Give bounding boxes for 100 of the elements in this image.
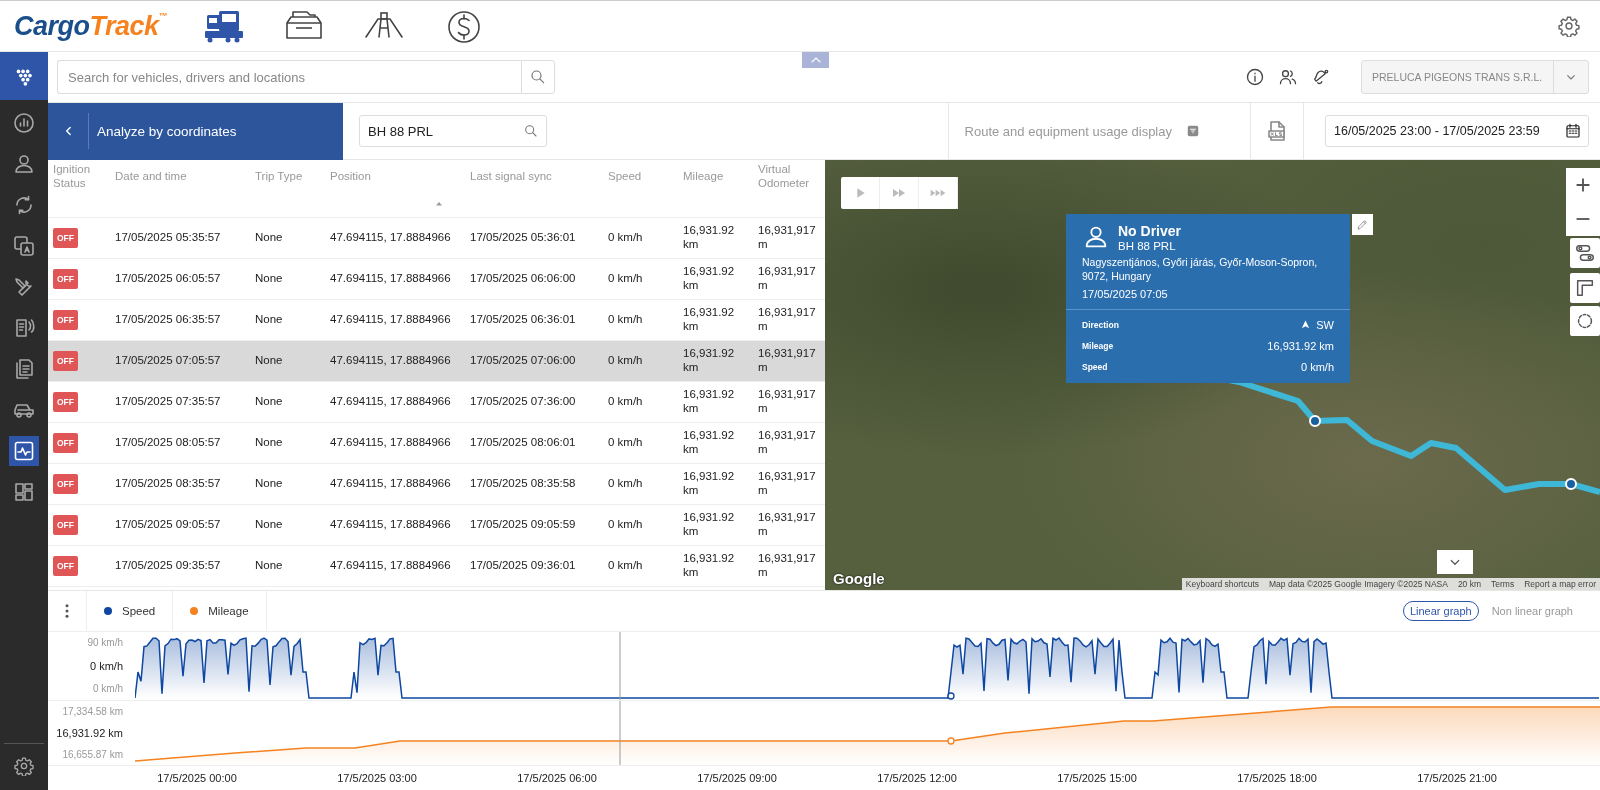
table-cell-text: 16,931,917 m bbox=[757, 511, 817, 539]
table-cell-text: 17/05/2025 06:35:57 bbox=[114, 313, 222, 327]
detail-label: Mileage bbox=[1082, 340, 1114, 351]
table-cell-text: 0 km/h bbox=[607, 272, 644, 286]
table-cell-text: None bbox=[254, 313, 284, 327]
table-cell-text: 0 km/h bbox=[607, 354, 644, 368]
map-logo: Google bbox=[833, 570, 885, 587]
table-cell-text: 17/05/2025 05:35:57 bbox=[114, 231, 222, 245]
table-cell-text: 0 km/h bbox=[607, 313, 644, 327]
axis-label: 90 km/h bbox=[87, 637, 123, 649]
vehicle-field[interactable]: BH 88 PRL bbox=[359, 115, 547, 147]
table-cell-text: 17/05/2025 07:35:57 bbox=[114, 395, 222, 409]
table-cell-text: 0 km/h bbox=[607, 477, 644, 491]
table-cell-text: 17/05/2025 07:05:57 bbox=[114, 354, 222, 368]
table-cell-text: 47.694115, 17.8884966 bbox=[329, 436, 452, 450]
table-cell-text: 47.694115, 17.8884966 bbox=[329, 313, 452, 327]
page-title: Analyze by coordinates bbox=[97, 123, 237, 139]
table-cell-text: 47.694115, 17.8884966 bbox=[329, 518, 452, 532]
table-cell-text: 17/05/2025 09:05:59 bbox=[469, 518, 577, 532]
table-cell-text: 17/05/2025 09:05:57 bbox=[114, 518, 222, 532]
detail-value: 0 km/h bbox=[1301, 360, 1334, 373]
time-axis-label: 17/5/2025 15:00 bbox=[1056, 771, 1138, 784]
axis-label: 0 km/h bbox=[90, 659, 123, 672]
table-cell-text: 16,931,917 m bbox=[757, 224, 817, 252]
driver-name: No Driver bbox=[1118, 223, 1182, 239]
map-attribution-link[interactable]: Keyboard shortcuts bbox=[1185, 579, 1260, 589]
table-cell-text: 47.694115, 17.8884966 bbox=[329, 477, 452, 491]
status-badge: OFF bbox=[53, 391, 78, 413]
table-row[interactable]: OFF 17/05/2025 07:05:57 None 47.694115, 17.8884966 17/05/2025 07:06:00 0 km/h 16,931.92 km 16,931,917 m bbox=[48, 341, 825, 382]
table-cell-text: 47.694115, 17.8884966 bbox=[329, 231, 452, 245]
point-marker bbox=[947, 692, 955, 700]
table-cell-text: 47.694115, 17.8884966 bbox=[329, 395, 452, 409]
time-axis-label: 17/5/2025 06:00 bbox=[516, 771, 598, 784]
map-attribution-link[interactable]: 20 km bbox=[1457, 579, 1482, 589]
table-cell-text: None bbox=[254, 477, 284, 491]
map-attribution-link[interactable]: Map data ©2025 Google Imagery ©2025 NASA bbox=[1269, 579, 1448, 589]
table-cell-text: 16,931.92 km bbox=[682, 224, 736, 252]
legend-item[interactable]: Mileage bbox=[173, 591, 267, 631]
table-cell-text: 0 km/h bbox=[607, 395, 644, 409]
table-cell-text: 17/05/2025 06:06:00 bbox=[469, 272, 577, 286]
info-icon[interactable] bbox=[1245, 67, 1265, 87]
table-cell-text: 0 km/h bbox=[607, 436, 644, 450]
settings-icon[interactable] bbox=[1558, 15, 1580, 37]
table-cell-text: 17/05/2025 06:36:01 bbox=[469, 313, 577, 327]
table-cell-text: 16,931,917 m bbox=[757, 470, 817, 498]
table-cell-text: 17/05/2025 09:36:01 bbox=[469, 559, 577, 573]
time-axis-label: 17/5/2025 00:00 bbox=[156, 771, 238, 784]
route-settings-icon[interactable] bbox=[1574, 242, 1596, 264]
table-cell-text: 17/05/2025 05:36:01 bbox=[469, 231, 577, 245]
table-cell-text: 47.694115, 17.8884966 bbox=[329, 354, 452, 368]
timestamp: 17/05/2025 07:05 bbox=[1081, 287, 1169, 303]
date-range-field[interactable]: 16/05/2025 23:00 - 17/05/2025 23:59 bbox=[1325, 115, 1589, 147]
status-badge: OFF bbox=[53, 227, 78, 249]
status-badge: OFF bbox=[53, 514, 78, 536]
table-cell-text: 0 km/h bbox=[607, 559, 644, 573]
table-cell-text: 17/05/2025 08:35:58 bbox=[469, 477, 577, 491]
table-cell-text: 16,931,917 m bbox=[757, 429, 817, 457]
direction-arrow-icon bbox=[1300, 319, 1312, 331]
time-axis-label: 17/5/2025 12:00 bbox=[876, 771, 958, 784]
logo: CargoTrack™ bbox=[14, 10, 169, 42]
table-cell-text: 17/05/2025 06:05:57 bbox=[114, 272, 222, 286]
time-axis-label: 17/5/2025 03:00 bbox=[336, 771, 418, 784]
axis-label: 0 km/h bbox=[93, 683, 123, 695]
table-cell-text: 16,931.92 km bbox=[682, 552, 736, 580]
table-cell-text: 16,931,917 m bbox=[757, 388, 817, 416]
table-cell-text: None bbox=[254, 518, 284, 532]
table-cell-text: 16,931.92 km bbox=[682, 388, 736, 416]
table-cell-text: None bbox=[254, 354, 284, 368]
status-badge: OFF bbox=[53, 473, 78, 495]
table-cell-text: 0 km/h bbox=[607, 231, 644, 245]
axis-label: 17,334.58 km bbox=[62, 705, 123, 717]
time-axis-label: 17/5/2025 21:00 bbox=[1416, 771, 1498, 784]
table-cell-text: 17/05/2025 08:05:57 bbox=[114, 436, 222, 450]
activity-icon[interactable] bbox=[9, 436, 39, 466]
apps-menu-button[interactable] bbox=[0, 52, 48, 100]
table-cell-text: 17/05/2025 08:06:01 bbox=[469, 436, 577, 450]
axis-label: 16,931.92 km bbox=[56, 726, 123, 739]
axis-label: 16,655.87 km bbox=[62, 748, 123, 760]
detail-label: Speed bbox=[1082, 361, 1108, 372]
table-cell-text: None bbox=[254, 272, 284, 286]
point-marker bbox=[947, 737, 955, 745]
table-cell-text: 16,931.92 km bbox=[682, 265, 736, 293]
table-cell-text: None bbox=[254, 231, 284, 245]
table-cell-text: 16,931,917 m bbox=[757, 552, 817, 580]
map-attribution-link[interactable]: Report a map error bbox=[1524, 579, 1596, 589]
legend-item[interactable]: Speed bbox=[87, 591, 174, 631]
status-badge: OFF bbox=[53, 268, 78, 290]
bell-icon[interactable] bbox=[1311, 67, 1331, 87]
detail-label: Direction bbox=[1082, 319, 1119, 330]
search-icon[interactable] bbox=[523, 123, 539, 139]
map-attribution-link[interactable]: Terms bbox=[1491, 579, 1515, 589]
pencil-icon bbox=[1356, 218, 1369, 231]
table-cell-text: 47.694115, 17.8884966 bbox=[329, 559, 452, 573]
detail-value: SW bbox=[1316, 318, 1334, 331]
search-field[interactable]: Search for vehicles, drivers and locations bbox=[57, 60, 521, 94]
filter-icon[interactable] bbox=[1186, 124, 1200, 138]
layers-icon[interactable] bbox=[1574, 277, 1596, 299]
settings-icon[interactable] bbox=[14, 756, 34, 776]
users-icon[interactable] bbox=[1278, 67, 1298, 87]
table-cell-text: 16,931.92 km bbox=[682, 511, 736, 539]
